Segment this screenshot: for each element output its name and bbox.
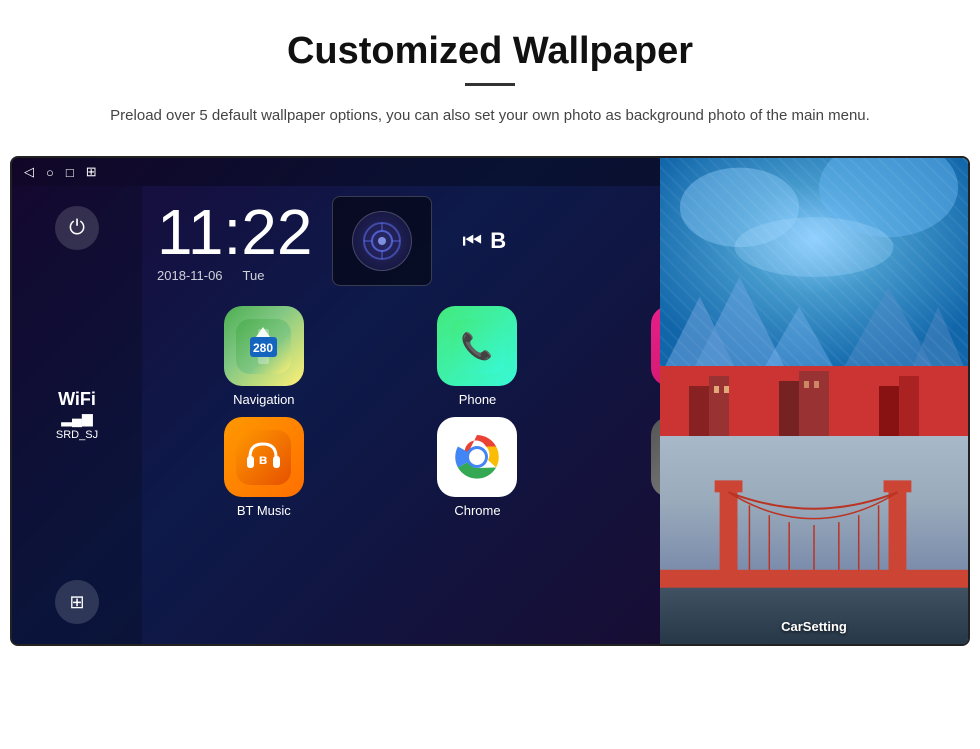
phone-icon: 📞 bbox=[437, 306, 517, 386]
page-subtitle: Preload over 5 default wallpaper options… bbox=[110, 104, 870, 128]
nav-icon: 280 bbox=[224, 306, 304, 386]
left-sidebar: ⏻ WiFi ▂▄▆ SRD_SJ ⊞ bbox=[12, 186, 142, 644]
back-icon[interactable]: ◁ bbox=[24, 164, 34, 180]
svg-text:📞: 📞 bbox=[461, 329, 494, 361]
app-item-navigation[interactable]: 280 Navigation bbox=[162, 306, 366, 407]
status-bar-nav: ◁ ○ □ ⊞ bbox=[24, 164, 97, 180]
app-item-bt-music[interactable]: ʙ BT Music bbox=[162, 417, 366, 518]
wallpaper-thumb-building[interactable] bbox=[660, 366, 968, 436]
wallpaper-thumb-bridge[interactable]: CarSetting bbox=[660, 436, 968, 644]
app-item-phone[interactable]: 📞 Phone bbox=[376, 306, 580, 407]
media-widget bbox=[332, 196, 432, 286]
clock-info: 11:22 2018-11-06 Tue bbox=[157, 200, 312, 283]
clock-date-row: 2018-11-06 Tue bbox=[157, 268, 312, 283]
phone-label: Phone bbox=[459, 392, 497, 407]
home-icon[interactable]: ○ bbox=[46, 165, 54, 180]
power-icon: ⏻ bbox=[69, 217, 85, 240]
app-item-chrome[interactable]: Chrome bbox=[376, 417, 580, 518]
wallpaper-thumb-ice[interactable] bbox=[660, 158, 968, 366]
media-controls: ⏮ B bbox=[462, 228, 506, 254]
nav-label: Navigation bbox=[233, 392, 294, 407]
wifi-bars: ▂▄▆ bbox=[56, 410, 98, 427]
wifi-info: WiFi ▂▄▆ SRD_SJ bbox=[56, 389, 98, 441]
bt-label: BT Music bbox=[237, 503, 291, 518]
apps-button[interactable]: ⊞ bbox=[55, 580, 99, 624]
clock-time: 11:22 bbox=[157, 200, 312, 264]
chrome-label: Chrome bbox=[454, 503, 500, 518]
bt-icon: ʙ bbox=[224, 417, 304, 497]
chrome-icon bbox=[437, 417, 517, 497]
clock-date: 2018-11-06 bbox=[157, 268, 223, 283]
screenshot-icon[interactable]: ⊞ bbox=[86, 164, 97, 180]
media-title-letter: B bbox=[490, 228, 506, 254]
recent-icon[interactable]: □ bbox=[66, 165, 74, 180]
clock-day: Tue bbox=[243, 268, 265, 283]
apps-icon: ⊞ bbox=[69, 592, 84, 613]
wallpaper-thumbnails: CarSetting bbox=[660, 156, 970, 646]
title-divider bbox=[465, 83, 515, 86]
android-screen: ◁ ○ □ ⊞ 📍 ▼ 11:22 ⏻ bbox=[10, 156, 660, 646]
wifi-label: WiFi bbox=[58, 389, 96, 409]
svg-text:ʙ: ʙ bbox=[259, 451, 268, 467]
wifi-ssid: SRD_SJ bbox=[56, 429, 98, 441]
prev-track-button[interactable]: ⏮ bbox=[462, 228, 482, 254]
power-button[interactable]: ⏻ bbox=[55, 206, 99, 250]
car-setting-label: CarSetting bbox=[660, 618, 968, 636]
page-title: Customized Wallpaper bbox=[287, 30, 693, 73]
screen-container: ◁ ○ □ ⊞ 📍 ▼ 11:22 ⏻ bbox=[10, 156, 970, 646]
media-icon bbox=[352, 211, 412, 271]
svg-text:280: 280 bbox=[253, 341, 273, 355]
